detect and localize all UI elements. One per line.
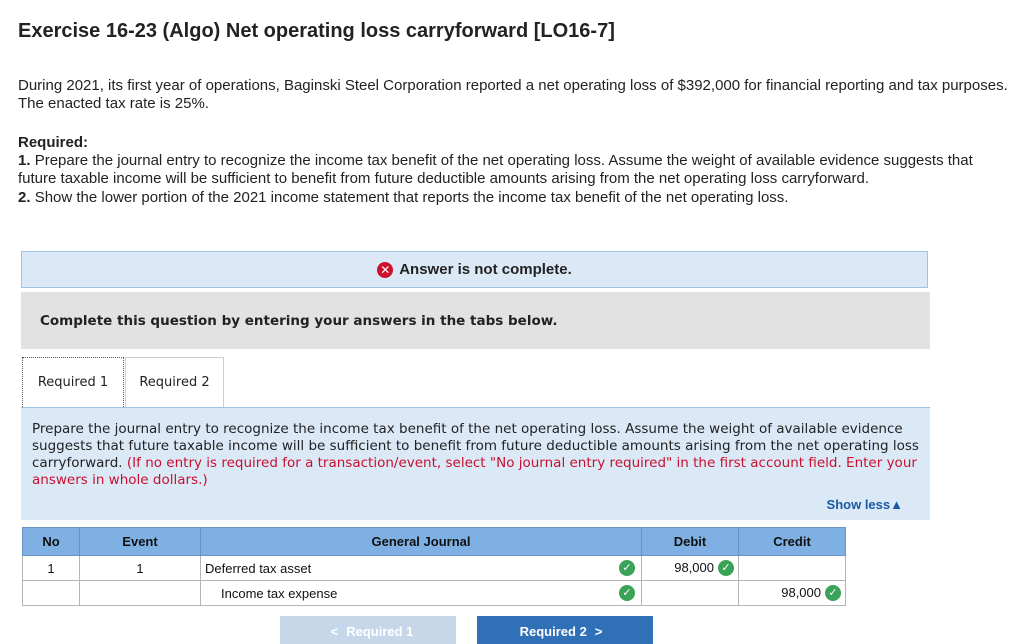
chevron-right-icon: > bbox=[594, 624, 603, 639]
instruction-bar: Complete this question by entering your … bbox=[21, 292, 930, 349]
required-item-text: Prepare the journal entry to recognize t… bbox=[18, 152, 973, 187]
header-general-journal: General Journal bbox=[200, 527, 642, 556]
header-event: Event bbox=[79, 527, 201, 556]
answer-status-text: Answer is not complete. bbox=[399, 261, 572, 278]
next-tab-button[interactable]: Required 2 > bbox=[477, 616, 653, 644]
required-item-number: 1. bbox=[18, 152, 31, 169]
correct-check-icon: ✓ bbox=[718, 560, 734, 577]
chevron-left-icon: < bbox=[330, 624, 339, 639]
page-title: Exercise 16-23 (Algo) Net operating loss… bbox=[18, 20, 615, 42]
row-no bbox=[22, 580, 80, 606]
error-x-icon: ✕ bbox=[377, 261, 394, 278]
required-item-number: 2. bbox=[18, 189, 31, 206]
header-debit: Debit bbox=[641, 527, 739, 556]
credit-input[interactable] bbox=[738, 555, 846, 581]
row-event[interactable]: 1 bbox=[79, 555, 201, 581]
account-select[interactable]: Income tax expense ✓ bbox=[200, 580, 642, 606]
header-credit: Credit bbox=[738, 527, 846, 556]
required-item-1: 1. Prepare the journal entry to recogniz… bbox=[18, 152, 1008, 188]
header-no: No bbox=[22, 527, 80, 556]
required-list: 1. Prepare the journal entry to recogniz… bbox=[18, 152, 1008, 208]
required-item-text: Show the lower portion of the 2021 incom… bbox=[34, 189, 789, 206]
row-no: 1 bbox=[22, 555, 80, 581]
tab-required-2[interactable]: Required 2 bbox=[125, 357, 224, 407]
correct-check-icon: ✓ bbox=[825, 585, 841, 602]
credit-value: 98,000 bbox=[781, 584, 821, 600]
previous-tab-label: Required 1 bbox=[346, 624, 414, 639]
panel-note: (If no entry is required for a transacti… bbox=[32, 455, 917, 488]
debit-input[interactable]: 98,000 ✓ bbox=[641, 555, 739, 581]
next-tab-label: Required 2 bbox=[519, 624, 587, 639]
debit-value: 98,000 bbox=[674, 559, 714, 575]
table-row: 1 1 Deferred tax asset ✓ 98,000 ✓ bbox=[22, 555, 846, 581]
tab-panel: Prepare the journal entry to recognize t… bbox=[21, 407, 930, 520]
previous-tab-button[interactable]: < Required 1 bbox=[280, 616, 456, 644]
account-name: Deferred tax asset bbox=[205, 560, 312, 576]
table-row: Income tax expense ✓ 98,000 ✓ bbox=[22, 580, 846, 606]
correct-check-icon: ✓ bbox=[619, 560, 635, 576]
row-event[interactable] bbox=[79, 580, 201, 606]
account-name: Income tax expense bbox=[221, 585, 338, 601]
journal-table: No Event General Journal Debit Credit 1 … bbox=[22, 527, 846, 606]
required-item-2: 2. Show the lower portion of the 2021 in… bbox=[18, 189, 1008, 207]
required-heading: Required: bbox=[18, 134, 89, 151]
triangle-up-icon: ▲ bbox=[890, 497, 903, 512]
tab-required-1[interactable]: Required 1 bbox=[22, 357, 124, 407]
debit-input[interactable] bbox=[641, 580, 739, 606]
problem-intro: During 2021, its first year of operation… bbox=[18, 77, 1008, 112]
journal-header-row: No Event General Journal Debit Credit bbox=[22, 527, 846, 556]
show-less-link[interactable]: Show less▲ bbox=[827, 496, 903, 513]
account-select[interactable]: Deferred tax asset ✓ bbox=[200, 555, 642, 581]
answer-status-banner: ✕ Answer is not complete. bbox=[21, 251, 928, 288]
credit-input[interactable]: 98,000 ✓ bbox=[738, 580, 846, 606]
correct-check-icon: ✓ bbox=[619, 585, 635, 601]
show-less-label: Show less bbox=[826, 497, 891, 512]
